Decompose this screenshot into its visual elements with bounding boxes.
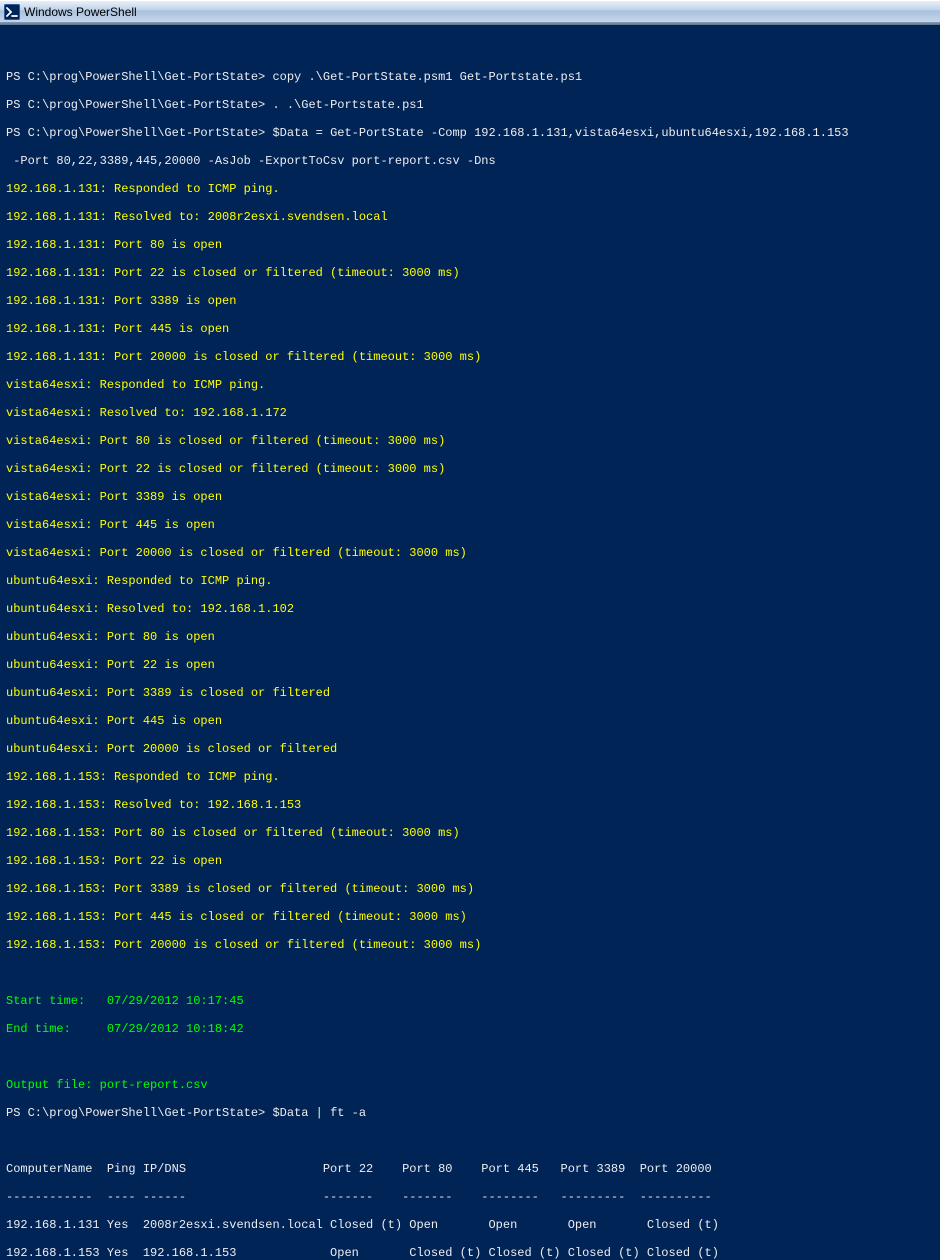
out-line: 192.168.1.131: Responded to ICMP ping. bbox=[6, 182, 936, 196]
window-title: Windows PowerShell bbox=[24, 5, 137, 19]
end-time: End time: 07/29/2012 10:18:42 bbox=[6, 1022, 936, 1036]
output-file: Output file: port-report.csv bbox=[6, 1078, 936, 1092]
out-line: vista64esxi: Responded to ICMP ping. bbox=[6, 378, 936, 392]
command-dot-source: . .\Get-Portstate.ps1 bbox=[272, 98, 423, 112]
terminal-output[interactable]: PS C:\prog\PowerShell\Get-PortState> cop… bbox=[0, 26, 940, 1260]
out-line: 192.168.1.131: Port 20000 is closed or f… bbox=[6, 350, 936, 364]
out-line: 192.168.1.153: Port 20000 is closed or f… bbox=[6, 938, 936, 952]
start-time: Start time: 07/29/2012 10:17:45 bbox=[6, 994, 936, 1008]
out-line: vista64esxi: Resolved to: 192.168.1.172 bbox=[6, 406, 936, 420]
out-line: vista64esxi: Port 445 is open bbox=[6, 518, 936, 532]
out-line: ubuntu64esxi: Port 22 is open bbox=[6, 658, 936, 672]
prompt: PS C:\prog\PowerShell\Get-PortState> bbox=[6, 98, 265, 112]
out-line: 192.168.1.153: Port 80 is closed or filt… bbox=[6, 826, 936, 840]
out-line: ubuntu64esxi: Port 3389 is closed or fil… bbox=[6, 686, 936, 700]
prompt: PS C:\prog\PowerShell\Get-PortState> bbox=[6, 70, 265, 84]
out-line: 192.168.1.153: Port 22 is open bbox=[6, 854, 936, 868]
titlebar[interactable]: Windows PowerShell bbox=[0, 0, 940, 22]
out-line: 192.168.1.153: Port 445 is closed or fil… bbox=[6, 910, 936, 924]
out-line: 192.168.1.131: Port 3389 is open bbox=[6, 294, 936, 308]
prompt: PS C:\prog\PowerShell\Get-PortState> bbox=[6, 126, 265, 140]
powershell-icon bbox=[4, 4, 20, 20]
out-line: 192.168.1.131: Resolved to: 2008r2esxi.s… bbox=[6, 210, 936, 224]
table-row: 192.168.1.153 Yes 192.168.1.153 Open Clo… bbox=[6, 1246, 936, 1260]
out-line: 192.168.1.131: Port 80 is open bbox=[6, 238, 936, 252]
out-line: ubuntu64esxi: Resolved to: 192.168.1.102 bbox=[6, 602, 936, 616]
prompt: PS C:\prog\PowerShell\Get-PortState> bbox=[6, 1106, 265, 1120]
command-copy: copy .\Get-PortState.psm1 Get-Portstate.… bbox=[272, 70, 582, 84]
out-line: ubuntu64esxi: Port 80 is open bbox=[6, 630, 936, 644]
command-ft: $Data | ft -a bbox=[272, 1106, 366, 1120]
out-line: vista64esxi: Port 20000 is closed or fil… bbox=[6, 546, 936, 560]
out-line: ubuntu64esxi: Port 20000 is closed or fi… bbox=[6, 742, 936, 756]
out-line: vista64esxi: Port 3389 is open bbox=[6, 490, 936, 504]
out-line: vista64esxi: Port 80 is closed or filter… bbox=[6, 434, 936, 448]
out-line: 192.168.1.131: Port 22 is closed or filt… bbox=[6, 266, 936, 280]
command-getportstate-b: -Port 80,22,3389,445,20000 -AsJob -Expor… bbox=[6, 154, 936, 168]
out-line: 192.168.1.153: Responded to ICMP ping. bbox=[6, 770, 936, 784]
out-line: 192.168.1.153: Resolved to: 192.168.1.15… bbox=[6, 798, 936, 812]
out-line: 192.168.1.131: Port 445 is open bbox=[6, 322, 936, 336]
out-line: ubuntu64esxi: Responded to ICMP ping. bbox=[6, 574, 936, 588]
command-getportstate-a: $Data = Get-PortState -Comp 192.168.1.13… bbox=[272, 126, 848, 140]
out-line: 192.168.1.153: Port 3389 is closed or fi… bbox=[6, 882, 936, 896]
out-line: ubuntu64esxi: Port 445 is open bbox=[6, 714, 936, 728]
table-header: ComputerName Ping IP/DNS Port 22 Port 80… bbox=[6, 1162, 936, 1176]
table-rule: ------------ ---- ------ ------- -------… bbox=[6, 1190, 936, 1204]
out-line: vista64esxi: Port 22 is closed or filter… bbox=[6, 462, 936, 476]
table-row: 192.168.1.131 Yes 2008r2esxi.svendsen.lo… bbox=[6, 1218, 936, 1232]
